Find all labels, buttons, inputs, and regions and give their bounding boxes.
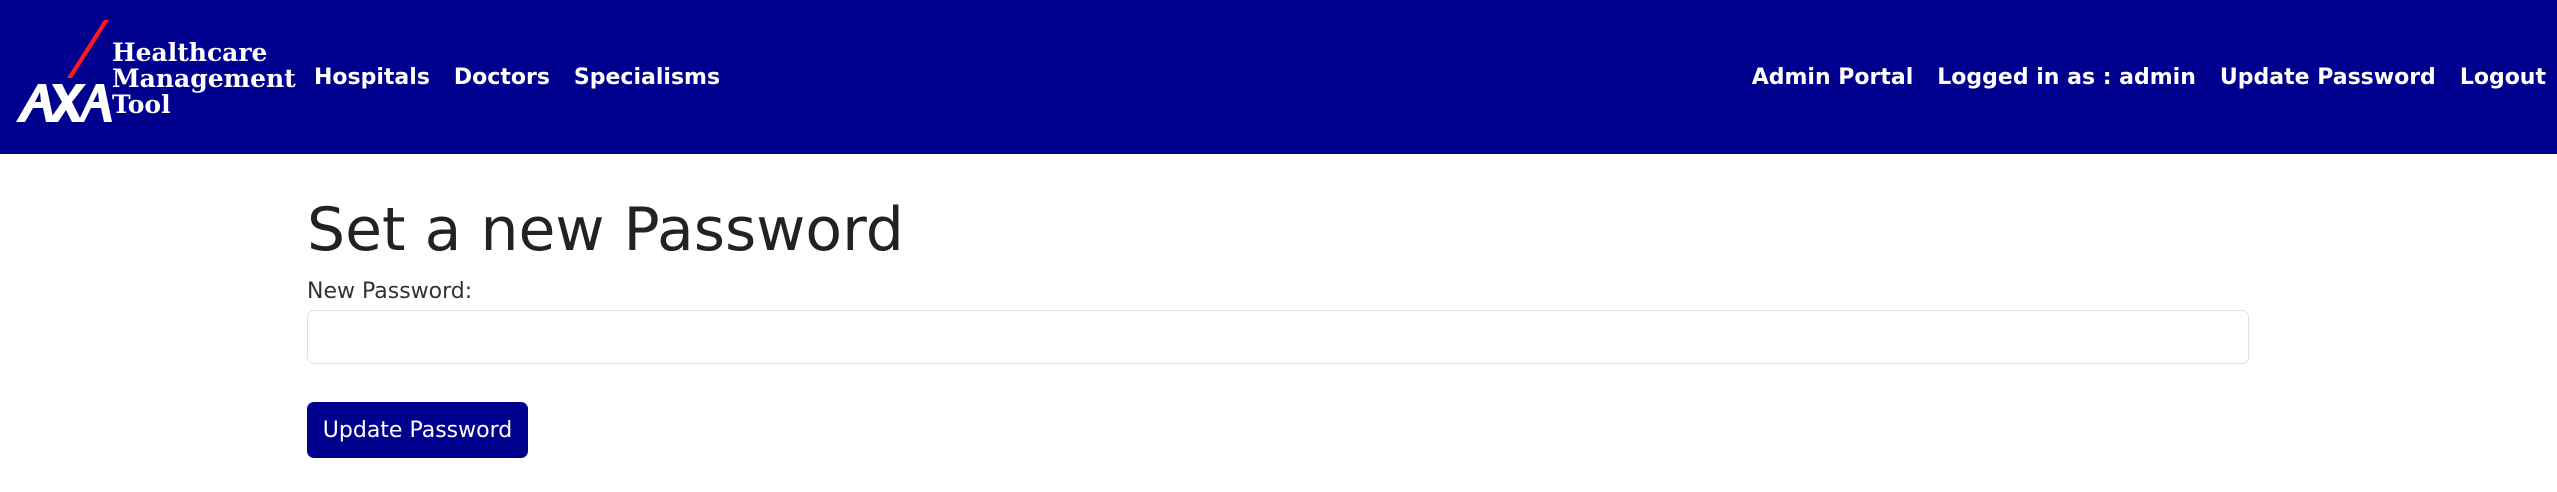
top-navbar: Healthcare Management Tool Hospitals Doc…	[0, 0, 2557, 154]
update-password-button[interactable]: Update Password	[307, 402, 528, 458]
page-title: Set a new Password	[307, 195, 904, 265]
nav-link-update-password[interactable]: Update Password	[2220, 63, 2436, 93]
brand-line-healthcare: Healthcare	[112, 38, 268, 67]
brand-line-tool: Tool	[112, 90, 171, 119]
nav-link-logged-in-user[interactable]: Logged in as : admin	[1937, 63, 2196, 93]
new-password-input[interactable]	[307, 310, 2249, 364]
new-password-label: New Password:	[307, 279, 473, 304]
nav-link-logout[interactable]: Logout	[2460, 63, 2546, 93]
nav-user-links: Admin Portal Logged in as : admin Update…	[1752, 63, 2546, 93]
nav-link-specialisms[interactable]: Specialisms	[574, 63, 720, 93]
brand-line-management: Management	[112, 64, 296, 93]
axa-logo-icon	[16, 20, 112, 122]
nav-link-hospitals[interactable]: Hospitals	[314, 63, 430, 93]
nav-link-admin-portal[interactable]: Admin Portal	[1752, 63, 1914, 93]
brand-title: Healthcare Management Tool	[112, 40, 296, 118]
nav-link-doctors[interactable]: Doctors	[454, 63, 550, 93]
brand-logo[interactable]: Healthcare Management Tool	[12, 18, 296, 128]
nav-primary-links: Hospitals Doctors Specialisms	[314, 63, 744, 93]
